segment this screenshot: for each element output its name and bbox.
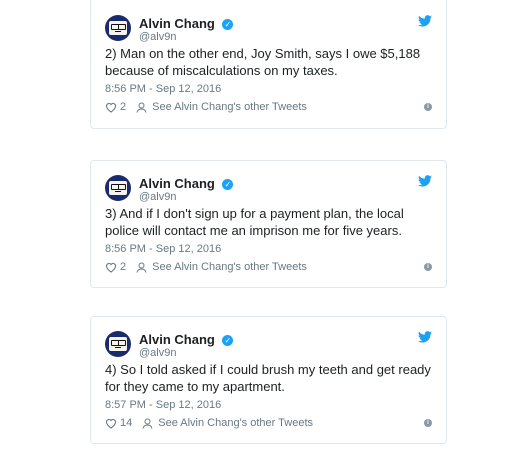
heart-icon[interactable]	[105, 102, 117, 113]
person-icon	[136, 102, 147, 113]
tweet-timestamp[interactable]: 8:56 PM - Sep 12, 2016	[105, 83, 221, 95]
tweet-card[interactable]: Alvin Chang ✓ @alv9n 2) Man on the other…	[90, 0, 447, 129]
avatar[interactable]	[105, 15, 131, 41]
info-icon[interactable]: i	[424, 263, 432, 271]
tweet-text: 3) And if I don't sign up for a payment …	[105, 206, 404, 238]
tweet-text: 2) Man on the other end, Joy Smith, says…	[105, 46, 421, 78]
twitter-bird-icon[interactable]	[418, 175, 432, 187]
tweet-card[interactable]: Alvin Chang ✓ @alv9n 3) And if I don't s…	[90, 160, 447, 288]
verified-badge-icon: ✓	[222, 19, 234, 30]
heart-icon[interactable]	[105, 262, 117, 273]
author-name[interactable]: Alvin Chang	[139, 332, 215, 347]
person-icon	[136, 262, 147, 273]
see-other-tweets-link[interactable]: See Alvin Chang's other Tweets	[158, 417, 313, 429]
see-other-tweets-link[interactable]: See Alvin Chang's other Tweets	[152, 261, 307, 273]
avatar[interactable]	[105, 175, 131, 201]
author-handle[interactable]: @alv9n	[139, 347, 176, 359]
author-handle[interactable]: @alv9n	[139, 31, 176, 43]
person-icon	[142, 418, 153, 429]
info-icon[interactable]: i	[424, 103, 432, 111]
twitter-bird-icon[interactable]	[418, 331, 432, 343]
tweet-actions: 14 See Alvin Chang's other Tweets	[105, 417, 313, 429]
tweet-timestamp[interactable]: 8:56 PM - Sep 12, 2016	[105, 243, 221, 255]
avatar[interactable]	[105, 331, 131, 357]
tweet-card[interactable]: Alvin Chang ✓ @alv9n 4) So I told asked …	[90, 316, 447, 444]
verified-badge-icon: ✓	[222, 335, 234, 346]
tweet-text: 4) So I told asked if I could brush my t…	[105, 362, 431, 394]
like-count: 2	[120, 101, 127, 113]
like-count: 2	[120, 261, 127, 273]
author-name[interactable]: Alvin Chang	[139, 176, 215, 191]
like-count: 14	[120, 417, 133, 429]
verified-badge-icon: ✓	[222, 179, 234, 190]
tweet-timestamp[interactable]: 8:57 PM - Sep 12, 2016	[105, 399, 221, 411]
twitter-bird-icon[interactable]	[418, 15, 432, 27]
author-handle[interactable]: @alv9n	[139, 191, 176, 203]
tweet-actions: 2 See Alvin Chang's other Tweets	[105, 261, 307, 273]
heart-icon[interactable]	[105, 418, 117, 429]
author-name[interactable]: Alvin Chang	[139, 16, 215, 31]
tweet-actions: 2 See Alvin Chang's other Tweets	[105, 101, 307, 113]
see-other-tweets-link[interactable]: See Alvin Chang's other Tweets	[152, 101, 307, 113]
info-icon[interactable]: i	[424, 419, 432, 427]
